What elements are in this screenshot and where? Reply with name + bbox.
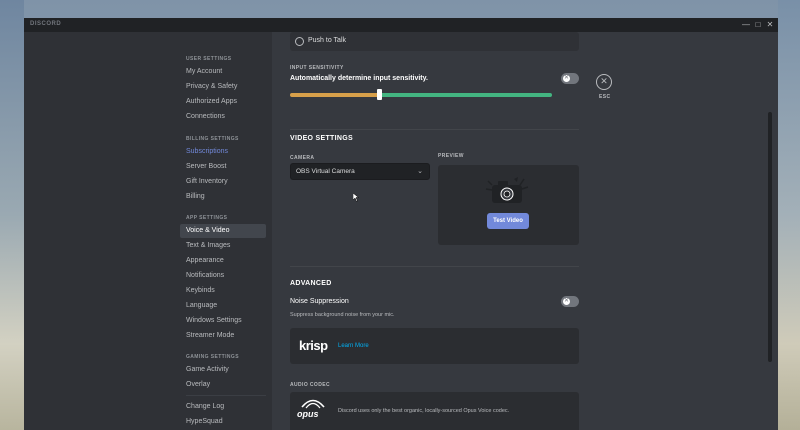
section-divider	[290, 266, 579, 267]
auto-sensitivity-label: Automatically determine input sensitivit…	[290, 75, 428, 82]
audio-codec-label: AUDIO CODEC	[290, 382, 330, 388]
audio-codec-desc: Discord uses only the best organic, loca…	[338, 408, 510, 414]
sidebar-item-authorized-apps[interactable]: Authorized Apps	[180, 95, 266, 109]
input-sensitivity-label: INPUT SENSITIVITY	[290, 65, 344, 71]
desktop-background-left	[0, 0, 24, 430]
sidebar-item-overlay[interactable]: Overlay	[180, 378, 266, 392]
camera-illustration-icon	[485, 177, 529, 203]
advanced-heading: ADVANCED	[290, 280, 332, 287]
sidebar-item-billing[interactable]: Billing	[180, 190, 266, 204]
sidebar-item-text-images[interactable]: Text & Images	[180, 239, 266, 253]
test-video-button[interactable]: Test Video	[487, 213, 529, 229]
settings-content: Push to Talk INPUT SENSITIVITY Automatic…	[272, 32, 778, 430]
toggle-off-icon: ✕	[563, 75, 570, 81]
noise-suppression-title: Noise Suppression	[290, 298, 349, 305]
sensitivity-below-threshold	[290, 93, 379, 97]
noise-suppression-toggle[interactable]: ✕	[561, 296, 579, 307]
esc-label: ESC	[599, 94, 611, 100]
video-settings-heading: VIDEO SETTINGS	[290, 135, 353, 142]
sidebar-item-gift-inventory[interactable]: Gift Inventory	[180, 175, 266, 189]
push-to-talk-option[interactable]: Push to Talk	[290, 32, 579, 51]
sidebar-item-privacy-safety[interactable]: Privacy & Safety	[180, 80, 266, 94]
opus-logo-icon	[301, 399, 325, 409]
sensitivity-slider-thumb[interactable]	[377, 89, 382, 100]
minimize-icon[interactable]: —	[740, 19, 752, 31]
sidebar-item-subscriptions[interactable]: Subscriptions	[180, 145, 266, 159]
discord-window: DISCORD — □ ✕ USER SETTINGS My Account P…	[24, 18, 778, 430]
mouse-cursor-icon	[353, 193, 359, 202]
sidebar-item-windows-settings[interactable]: Windows Settings	[180, 314, 266, 328]
opus-logo: opus	[297, 409, 319, 419]
noise-suppression-desc: Suppress background noise from your mic.	[290, 312, 395, 318]
krisp-banner: krisp Learn More	[290, 328, 579, 364]
camera-label: CAMERA	[290, 155, 315, 161]
chevron-down-icon: ⌄	[417, 168, 423, 175]
sidebar-item-server-boost[interactable]: Server Boost	[180, 160, 266, 174]
close-settings-icon[interactable]: ✕	[596, 74, 612, 90]
sidebar-item-streamer-mode[interactable]: Streamer Mode	[180, 329, 266, 343]
app-title: DISCORD	[30, 21, 62, 27]
sidebar-divider	[186, 395, 266, 396]
camera-preview: Test Video	[438, 165, 579, 245]
sidebar-item-connections[interactable]: Connections	[180, 110, 266, 124]
sidebar-item-game-activity[interactable]: Game Activity	[180, 363, 266, 377]
app-settings-header: APP SETTINGS	[186, 215, 228, 221]
sensitivity-above-threshold	[379, 93, 552, 97]
camera-select[interactable]: OBS Virtual Camera ⌄	[290, 163, 430, 180]
sidebar-item-hypesquad[interactable]: HypeSquad	[180, 415, 266, 429]
billing-settings-header: BILLING SETTINGS	[186, 136, 239, 142]
radio-icon[interactable]	[295, 37, 304, 46]
maximize-icon[interactable]: □	[752, 19, 764, 31]
sidebar-item-keybinds[interactable]: Keybinds	[180, 284, 266, 298]
toggle-off-icon: ✕	[563, 298, 570, 304]
push-to-talk-label: Push to Talk	[308, 37, 347, 44]
user-settings-header: USER SETTINGS	[186, 56, 232, 62]
sidebar-item-language[interactable]: Language	[180, 299, 266, 313]
title-bar: DISCORD — □ ✕	[24, 18, 778, 32]
krisp-learn-more-link[interactable]: Learn More	[338, 343, 369, 349]
sidebar-item-appearance[interactable]: Appearance	[180, 254, 266, 268]
preview-label: PREVIEW	[438, 153, 464, 159]
krisp-logo: krisp	[299, 338, 328, 353]
gaming-settings-header: GAMING SETTINGS	[186, 354, 239, 360]
opus-codec-banner: opus Discord uses only the best organic,…	[290, 392, 579, 430]
sidebar-item-voice-video[interactable]: Voice & Video	[180, 224, 266, 238]
content-scrollbar[interactable]	[768, 112, 772, 362]
close-window-icon[interactable]: ✕	[764, 19, 776, 31]
sidebar-item-change-log[interactable]: Change Log	[180, 400, 266, 414]
section-divider	[290, 129, 579, 130]
auto-sensitivity-toggle[interactable]: ✕	[561, 73, 579, 84]
sidebar-item-notifications[interactable]: Notifications	[180, 269, 266, 283]
desktop-background-right	[778, 0, 800, 430]
camera-select-value: OBS Virtual Camera	[296, 168, 355, 175]
settings-sidebar: USER SETTINGS My Account Privacy & Safet…	[24, 32, 272, 430]
sidebar-item-my-account[interactable]: My Account	[180, 65, 266, 79]
